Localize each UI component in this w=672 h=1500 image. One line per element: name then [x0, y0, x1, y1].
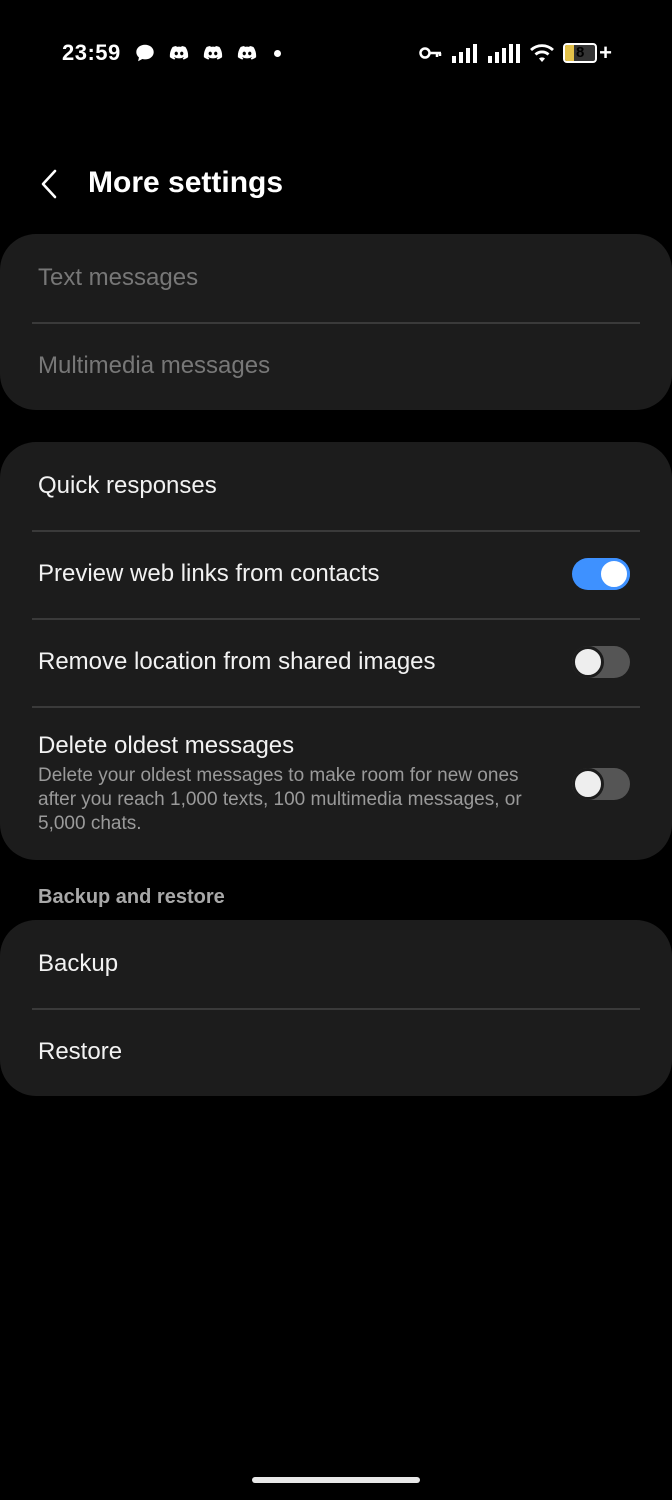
charging-plus-icon: + [599, 40, 612, 65]
toggle-knob [572, 768, 604, 800]
row-label: Remove location from shared images [38, 648, 436, 675]
row-label: Quick responses [38, 472, 217, 499]
restore-item[interactable]: Restore [0, 1008, 672, 1096]
system-icons: 8 + [419, 42, 612, 64]
delete-oldest-messages-item[interactable]: Delete oldest messages Delete your oldes… [0, 706, 672, 860]
row-description: Delete your oldest messages to make room… [38, 765, 522, 834]
more-notifications-dot [274, 49, 281, 57]
row-label: Preview web links from contacts [38, 560, 380, 587]
back-button[interactable] [30, 164, 70, 204]
signal-icon [452, 44, 478, 63]
discord-icon [203, 45, 223, 60]
signal-icon [488, 44, 521, 63]
backup-section-header: Backup and restore [38, 886, 225, 908]
discord-icon [237, 45, 257, 60]
multimedia-messages-item[interactable]: Multimedia messages [0, 322, 672, 410]
chevron-left-icon [41, 169, 57, 199]
text-messages-item[interactable]: Text messages [0, 234, 672, 322]
notification-icons [134, 42, 281, 64]
messages-settings-card: Text messages Multimedia messages [0, 234, 672, 410]
toggle-knob [598, 558, 630, 590]
row-label: Delete oldest messages [38, 732, 295, 759]
status-time: 23:59 [62, 40, 121, 65]
preview-web-links-item[interactable]: Preview web links from contacts [0, 530, 672, 618]
backup-item[interactable]: Backup [0, 920, 672, 1008]
battery-icon: 8 [563, 43, 598, 63]
app-header: More settings [0, 160, 672, 210]
status-bar: 23:59 8 + [0, 36, 672, 72]
backup-restore-card: Backup Restore [0, 920, 672, 1096]
quick-responses-item[interactable]: Quick responses [0, 442, 672, 530]
row-label: Multimedia messages [38, 352, 271, 379]
wifi-icon [530, 44, 555, 62]
preview-web-links-toggle[interactable] [572, 558, 630, 590]
general-settings-card: Quick responses Preview web links from c… [0, 442, 672, 860]
row-label: Backup [38, 950, 119, 977]
row-label: Text messages [38, 264, 199, 291]
delete-oldest-messages-toggle[interactable] [572, 768, 630, 800]
home-indicator[interactable] [252, 1477, 420, 1483]
vpn-key-icon [419, 47, 442, 59]
toggle-knob [572, 646, 604, 678]
remove-location-item[interactable]: Remove location from shared images [0, 618, 672, 706]
chat-bubble-icon [136, 44, 154, 62]
row-label: Restore [38, 1038, 123, 1065]
battery-indicator: 8 + [563, 40, 612, 65]
remove-location-toggle[interactable] [572, 646, 630, 678]
battery-level: 8 [575, 44, 585, 61]
discord-icon [169, 45, 189, 60]
page-title: More settings [88, 166, 284, 199]
